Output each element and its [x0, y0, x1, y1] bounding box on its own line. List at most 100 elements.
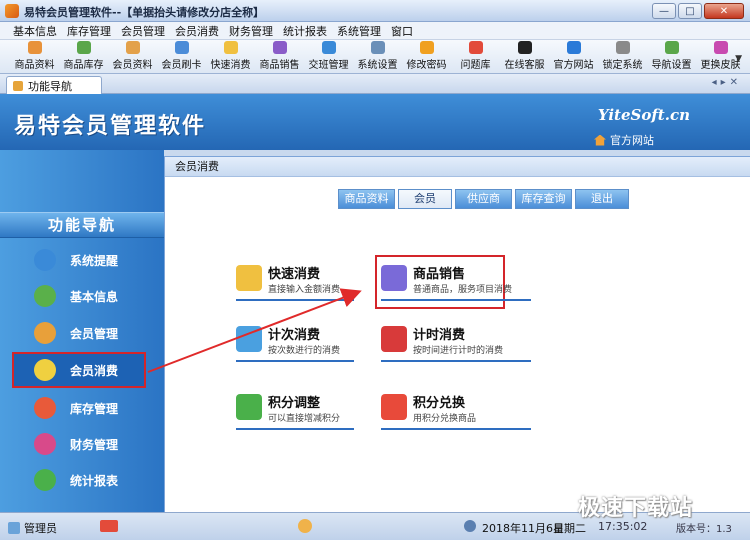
function-description: 按次数进行的消费: [268, 346, 341, 356]
menu-system[interactable]: 系统管理: [332, 23, 386, 39]
brand-title: 易特会员管理软件: [14, 114, 207, 139]
sidebar-item[interactable]: 基本信息: [0, 278, 164, 314]
module-button-exit[interactable]: 退出: [575, 189, 629, 209]
function-icon: [381, 394, 407, 420]
maximize-button[interactable]: □: [678, 3, 702, 19]
toolbar-label: 导航设置: [651, 60, 692, 71]
sidebar-item[interactable]: 库存管理: [0, 390, 164, 426]
toolbar-icon: [713, 41, 728, 54]
toolbar-button[interactable]: 会员资料: [108, 41, 157, 73]
toolbar-button[interactable]: 问题库: [451, 41, 500, 73]
title-bar: 易特会员管理软件--【单据抬头请修改分店全称】 — □ ✕: [0, 0, 750, 22]
sidebar-item[interactable]: 会员管理: [0, 315, 164, 351]
toolbar-label: 商品资料: [14, 60, 55, 71]
toolbar-button[interactable]: 修改密码: [402, 41, 451, 73]
vip-icon[interactable]: [100, 520, 118, 532]
toolbar-button[interactable]: 商品库存: [59, 41, 108, 73]
toolbar-icon: [27, 41, 42, 54]
toolbar-icon: [615, 41, 630, 54]
toolbar-button[interactable]: 商品销售: [255, 41, 304, 73]
official-site-link[interactable]: 官方网站: [594, 132, 654, 148]
function-underline: [236, 428, 354, 430]
close-button[interactable]: ✕: [704, 3, 744, 19]
sidebar-item[interactable]: 系统提醒: [0, 242, 164, 278]
toolbar-label: 系统设置: [357, 60, 398, 71]
toolbar-icon: [566, 41, 581, 54]
tab-function-nav[interactable]: 功能导航: [6, 76, 102, 94]
menu-member-mgmt[interactable]: 会员管理: [116, 23, 170, 39]
window-title: 易特会员管理软件--【单据抬头请修改分店全称】: [24, 6, 265, 19]
sidebar-item-label: 会员消费: [70, 363, 119, 378]
sidebar-item[interactable]: 会员消费: [12, 352, 146, 388]
toolbar-button[interactable]: 交班管理: [304, 41, 353, 73]
function-underline: [381, 360, 531, 362]
module-button-stock-query[interactable]: 库存查询: [515, 189, 572, 209]
toolbar-button[interactable]: 会员刷卡: [157, 41, 206, 73]
status-date: 2018年11月6日: [482, 522, 564, 535]
sidebar-item[interactable]: 财务管理: [0, 426, 164, 462]
tab-scroll-arrows[interactable]: ◂▸✕: [712, 77, 742, 88]
menu-inventory[interactable]: 库存管理: [62, 23, 116, 39]
toolbar-icon: [125, 41, 140, 54]
status-version: 版本号：1.3: [676, 524, 732, 535]
sidebar-item-icon: [34, 397, 56, 419]
function-icon: [381, 265, 407, 291]
toolbar-label: 修改密码: [406, 60, 447, 71]
toolbar-icon: [664, 41, 679, 54]
function-name: 计时消费: [413, 328, 466, 343]
toolbar: 商品资料 商品库存 会员资料 会员刷卡 快速消费 商品销售 交班管理 系统设置 修改密码 问题库 在…: [0, 40, 750, 74]
function-tile[interactable]: 积分调整 可以直接增减积分: [236, 390, 354, 432]
function-name: 积分兑换: [413, 396, 466, 411]
menu-member-consume[interactable]: 会员消费: [170, 23, 224, 39]
function-tile[interactable]: 计次消费按次数进行的消费: [236, 322, 354, 364]
toolbar-icon: [272, 41, 287, 54]
sidebar-title: 功能导航: [0, 212, 164, 238]
function-icon: [236, 326, 262, 352]
menu-basic-info[interactable]: 基本信息: [8, 23, 62, 39]
menu-reports[interactable]: 统计报表: [278, 23, 332, 39]
module-button-member[interactable]: 会员: [398, 189, 452, 209]
menu-window[interactable]: 窗口: [386, 23, 418, 39]
toolbar-overflow-icon[interactable]: ▼: [735, 54, 742, 64]
function-name: 计次消费: [268, 328, 321, 343]
toolbar-button[interactable]: 在线客服: [500, 41, 549, 73]
toolbar-label: 快速消费: [210, 60, 251, 71]
main-panel: 会员消费 商品资料 会员 供应商 库存查询 退出 快速消费 直接输入金额消费 商品销…: [164, 156, 750, 512]
app-icon: [5, 4, 19, 18]
function-tile[interactable]: 商品销售 普通商品，服务项目消费: [375, 255, 531, 309]
face-icon[interactable]: [298, 519, 312, 533]
module-button-supplier[interactable]: 供应商: [455, 189, 512, 209]
toolbar-icon: [174, 41, 189, 54]
sidebar-item[interactable]: 统计报表: [0, 462, 164, 498]
function-description: 普通商品，服务项目消费: [413, 285, 513, 295]
function-tile[interactable]: 计时消费 按时间进行计时的消费: [381, 322, 531, 364]
toolbar-button[interactable]: 导航设置: [647, 41, 696, 73]
toolbar-button[interactable]: 商品资料: [10, 41, 59, 73]
menu-finance[interactable]: 财务管理: [224, 23, 278, 39]
function-tile[interactable]: 积分兑换 用积分兑换商品: [381, 390, 531, 432]
toolbar-icon: [370, 41, 385, 54]
clock-icon: [464, 520, 476, 532]
function-underline: [236, 360, 354, 362]
sidebar-item-icon: [34, 469, 56, 491]
home-icon: [594, 134, 606, 146]
menu-bar: 基本信息 库存管理 会员管理 会员消费 财务管理 统计报表 系统管理 窗口: [0, 22, 750, 40]
function-underline: [236, 299, 354, 301]
toolbar-button[interactable]: 官方网站: [549, 41, 598, 73]
sidebar-item-label: 统计报表: [70, 473, 119, 488]
function-tile[interactable]: 快速消费 直接输入金额消费: [236, 261, 354, 303]
function-name: 积分调整: [268, 396, 321, 411]
toolbar-button[interactable]: 系统设置: [353, 41, 402, 73]
sidebar-item-label: 财务管理: [70, 437, 119, 452]
toolbar-button[interactable]: 快速消费: [206, 41, 255, 73]
function-icon: [236, 394, 262, 420]
toolbar-button[interactable]: 锁定系统: [598, 41, 647, 73]
toolbar-label: 官方网站: [553, 60, 594, 71]
toolbar-label: 会员刷卡: [161, 60, 202, 71]
window-controls: — □ ✕: [652, 3, 744, 19]
module-button-products[interactable]: 商品资料: [338, 189, 395, 209]
minimize-button[interactable]: —: [652, 3, 676, 19]
sidebar-item-label: 库存管理: [70, 401, 119, 416]
function-underline: [381, 299, 531, 301]
toolbar-label: 商品销售: [259, 60, 300, 71]
